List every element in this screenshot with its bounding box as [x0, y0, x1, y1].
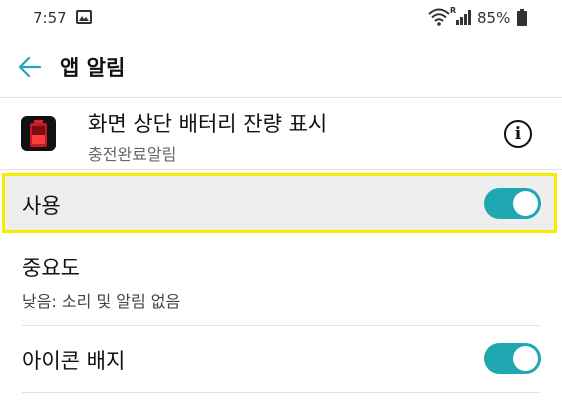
- importance-divider: [22, 325, 540, 326]
- app-name: 화면 상단 배터리 잔량 표시: [88, 112, 328, 136]
- use-toggle[interactable]: [484, 188, 541, 219]
- header-divider: [0, 169, 562, 170]
- icon-badge-toggle-knob: [513, 346, 538, 371]
- page-title: 앱 알림: [60, 56, 126, 80]
- wifi-icon: [428, 8, 450, 26]
- battery-percent: 85%: [477, 9, 511, 27]
- use-setting-label: 사용: [22, 194, 61, 218]
- back-arrow-icon[interactable]: [18, 56, 42, 78]
- signal-icon: [456, 10, 471, 25]
- app-notification-channel: 충전완료알림: [88, 145, 177, 164]
- gallery-icon: [76, 10, 92, 24]
- icon-badge-divider: [22, 392, 540, 393]
- importance-label[interactable]: 중요도: [22, 252, 80, 282]
- app-battery-icon: [21, 116, 56, 151]
- icon-badge-label[interactable]: 아이콘 배지: [22, 345, 125, 375]
- icon-badge-toggle[interactable]: [484, 343, 541, 374]
- use-setting-row[interactable]: [2, 173, 557, 233]
- use-toggle-knob: [513, 191, 538, 216]
- importance-value: 낮음: 소리 및 알림 없음: [22, 292, 181, 311]
- toolbar-divider: [0, 97, 562, 98]
- info-icon[interactable]: i: [504, 120, 532, 148]
- battery-icon: [517, 9, 527, 26]
- status-time: 7:57: [33, 9, 67, 27]
